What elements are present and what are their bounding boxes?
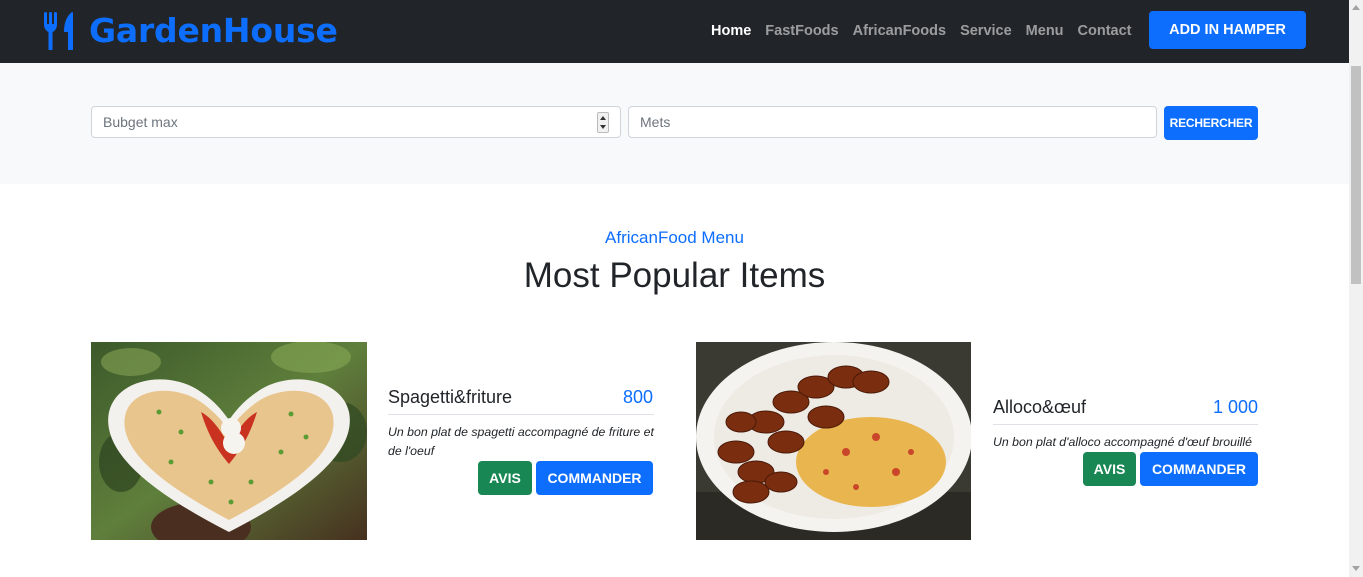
budget-input[interactable]: Bubget max (91, 106, 621, 138)
order-button[interactable]: COMMANDER (1140, 452, 1258, 486)
item-price: 1 000 (1212, 397, 1258, 417)
spaghetti-dish-image (91, 342, 367, 540)
section-subtitle: AfricanFood Menu (605, 228, 744, 247)
item-description: Un bon plat d'alloco accompagné d'œuf br… (993, 435, 1252, 449)
nav-fastfoods[interactable]: FastFoods (765, 22, 838, 40)
nav-africanfoods[interactable]: AfricanFoods (853, 22, 946, 40)
review-button[interactable]: AVIS (478, 461, 532, 495)
scroll-thumb[interactable] (1351, 66, 1361, 284)
review-button[interactable]: AVIS (1083, 452, 1136, 486)
item-name: Alloco&œuf (993, 397, 1087, 417)
spinner-up-icon[interactable] (600, 116, 606, 120)
nav-menu[interactable]: Menu (1026, 22, 1064, 40)
scroll-down-icon[interactable] (1352, 566, 1360, 571)
item-divider (993, 424, 1258, 425)
search-button[interactable]: RECHERCHER (1164, 106, 1258, 140)
page-scrollbar[interactable] (1349, 0, 1363, 577)
budget-placeholder: Bubget max (103, 114, 178, 130)
number-spinner[interactable] (597, 112, 609, 133)
scroll-up-icon[interactable] (1352, 5, 1360, 10)
item-divider (388, 414, 654, 415)
section-title: Most Popular Items (523, 256, 826, 295)
nav-service[interactable]: Service (960, 22, 1012, 40)
mets-placeholder: Mets (640, 114, 671, 130)
item-description: Un bon plat de spagetti accompagné de fr… (388, 425, 654, 458)
nav-home[interactable]: Home (711, 22, 751, 40)
search-band: Bubget max Mets RECHERCHER (0, 63, 1349, 184)
order-button[interactable]: COMMANDER (536, 461, 653, 495)
spinner-down-icon[interactable] (600, 125, 606, 129)
item-price: 800 (622, 387, 653, 407)
nav-contact[interactable]: Contact (1078, 22, 1132, 40)
utensils-icon (44, 12, 73, 50)
navbar: GardenHouse Home FastFoods AfricanFoods … (0, 0, 1349, 63)
mets-input[interactable]: Mets (628, 106, 1157, 138)
alloco-dish-image (696, 342, 971, 540)
brand-name: GardenHouse (89, 11, 338, 50)
nav-links: Home FastFoods AfricanFoods Service Menu… (711, 22, 1146, 40)
item-name: Spagetti&friture (388, 387, 513, 407)
add-in-hamper-button[interactable]: ADD IN HAMPER (1149, 11, 1306, 49)
brand[interactable]: GardenHouse (42, 10, 338, 52)
